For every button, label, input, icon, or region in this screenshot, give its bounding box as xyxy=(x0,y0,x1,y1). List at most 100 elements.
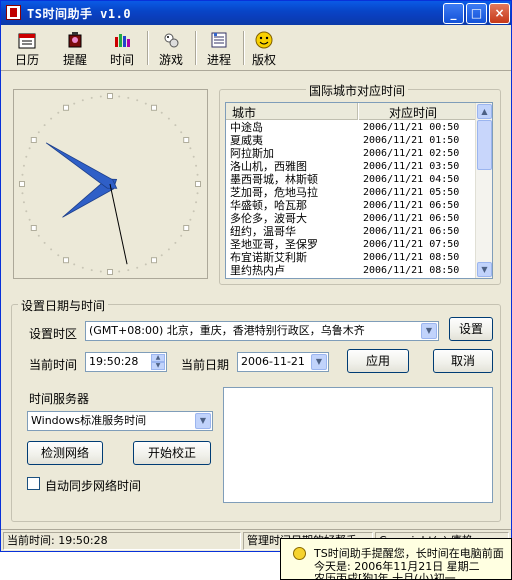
list-item[interactable]: 中途岛 2006/11/21 00:50 xyxy=(226,121,476,134)
hour-mark xyxy=(183,137,190,143)
minute-mark xyxy=(28,218,31,221)
minute-mark xyxy=(90,269,93,272)
scroll-thumb[interactable] xyxy=(477,120,492,170)
log-textarea[interactable] xyxy=(223,387,493,503)
cancel-button[interactable]: 取消 xyxy=(433,349,493,373)
minute-mark xyxy=(22,201,25,204)
toolbar-game-button[interactable]: 游戏 xyxy=(151,29,191,69)
autosync-checkbox[interactable] xyxy=(27,477,40,490)
spin-down-icon[interactable]: ▼ xyxy=(151,362,165,370)
current-time-label: 当前时间 xyxy=(29,358,78,372)
chevron-down-icon[interactable]: ▼ xyxy=(195,413,211,429)
start-calibration-button[interactable]: 开始校正 xyxy=(133,441,211,465)
toolbar-process-button[interactable]: 进程 xyxy=(199,29,239,69)
spin-up-icon[interactable]: ▲ xyxy=(151,354,165,362)
minute-mark xyxy=(25,210,28,213)
minute-mark xyxy=(167,117,170,120)
minute-mark xyxy=(136,99,139,102)
minute-mark xyxy=(50,248,53,251)
hour-mark xyxy=(19,181,25,187)
server-select[interactable]: Windows标准服务时间 ▼ xyxy=(27,411,213,431)
timezone-value: (GMT+08:00) 北京，重庆，香港特别行政区，乌鲁木齐 xyxy=(89,324,365,337)
city-time: 2006/11/21 02:50 xyxy=(363,148,460,159)
column-header-city[interactable]: 城市 xyxy=(226,103,358,120)
time-spinner[interactable]: 19:50:28 ▲ ▼ xyxy=(85,352,167,372)
minute-mark xyxy=(21,192,24,195)
scroll-down-icon[interactable]: ▼ xyxy=(477,262,492,277)
hour-mark xyxy=(30,225,37,231)
maximize-button[interactable]: □ xyxy=(466,3,487,24)
list-item[interactable]: 阿拉斯加 2006/11/21 02:50 xyxy=(226,147,476,160)
minute-mark xyxy=(195,201,198,204)
smiley-icon xyxy=(293,547,306,560)
set-timezone-button[interactable]: 设置 xyxy=(449,317,493,341)
apply-button[interactable]: 应用 xyxy=(347,349,409,373)
list-item[interactable]: 洛山机，西雅图 2006/11/21 03:50 xyxy=(226,160,476,173)
minute-mark xyxy=(196,192,199,195)
list-item[interactable]: 圣地亚哥，圣保罗 2006/11/21 07:50 xyxy=(226,238,476,251)
scroll-up-icon[interactable]: ▲ xyxy=(477,104,492,119)
city-name: 洛山机，西雅图 xyxy=(230,160,307,173)
toolbar-calendar-button[interactable]: 日历 xyxy=(7,29,47,69)
column-header-label: 城市 xyxy=(232,106,257,120)
server-label: 时间服务器 xyxy=(29,392,90,406)
analog-clock-panel xyxy=(13,89,208,279)
minute-mark xyxy=(21,173,24,176)
minimize-button[interactable]: _ xyxy=(443,3,464,24)
hour-mark xyxy=(107,93,113,99)
reminder-tooltip[interactable]: TS时间助手提醒您，长时间在电脑前面 今天是: 2006年11月21日 星期二 … xyxy=(280,538,512,580)
city-name: 圣地亚哥，圣保罗 xyxy=(230,238,318,251)
toolbar-remind-button[interactable]: 提醒 xyxy=(55,29,95,69)
date-picker[interactable]: 2006-11-21 ▼ xyxy=(237,352,329,372)
second-hand xyxy=(109,183,128,265)
list-item[interactable]: 纽约，温哥华 2006/11/21 06:50 xyxy=(226,225,476,238)
hour-mark xyxy=(195,181,201,187)
minute-mark xyxy=(189,147,192,150)
toolbar-time-button[interactable]: 时间 xyxy=(102,29,142,69)
world-clock-title: 国际城市对应时间 xyxy=(306,82,409,99)
status-current-time: 当前时间: 19:50:28 xyxy=(3,532,241,550)
timezone-select[interactable]: (GMT+08:00) 北京，重庆，香港特别行政区，乌鲁木齐 ▼ xyxy=(85,321,439,341)
hour-mark xyxy=(63,257,69,264)
minute-mark xyxy=(144,263,147,266)
window-title: TS时间助手 v1.0 xyxy=(27,7,132,21)
app-icon[interactable] xyxy=(6,5,21,20)
list-item[interactable]: 布宜诺斯艾利斯 2006/11/21 08:50 xyxy=(226,251,476,264)
minute-mark xyxy=(73,102,76,105)
list-scrollbar[interactable]: ▲ ▼ xyxy=(475,103,492,278)
minute-mark xyxy=(180,131,183,134)
analog-clock xyxy=(19,93,201,275)
hour-mark xyxy=(151,104,157,111)
detect-network-button[interactable]: 检测网络 xyxy=(27,441,103,465)
list-item[interactable]: 里约热内卢 2006/11/21 08:50 xyxy=(226,264,476,277)
minute-mark xyxy=(192,155,195,158)
list-item[interactable]: 墨西哥城，林斯顿 2006/11/21 04:50 xyxy=(226,173,476,186)
minute-mark xyxy=(127,96,130,99)
toolbar-label: 时间 xyxy=(109,53,134,67)
list-item[interactable]: 芝加哥，危地马拉 2006/11/21 05:50 xyxy=(226,186,476,199)
world-clock-list[interactable]: 城市 对应时间 中途岛 2006/11/21 00:50 夏威夷 2006/11/2… xyxy=(225,102,493,279)
city-name: 里约热内卢 xyxy=(230,264,285,277)
city-name: 中途岛 xyxy=(230,121,263,134)
minute-mark xyxy=(73,263,76,266)
toolbar-copyright-button[interactable]: 版权 xyxy=(247,29,281,69)
hour-mark xyxy=(183,225,190,231)
minute-hand xyxy=(45,142,118,189)
list-item[interactable]: 多伦多，波哥大 2006/11/21 06:50 xyxy=(226,212,476,225)
city-time: 2006/11/21 08:50 xyxy=(363,252,460,263)
minute-mark xyxy=(99,270,102,273)
list-item[interactable]: 华盛顿，哈瓦那 2006/11/21 06:50 xyxy=(226,199,476,212)
chevron-down-icon[interactable]: ▼ xyxy=(421,323,437,339)
chevron-down-icon[interactable]: ▼ xyxy=(311,354,327,370)
toolbar-label: 游戏 xyxy=(158,53,183,67)
close-button[interactable]: × xyxy=(489,3,510,24)
toolbar: 日历 提醒 时间 游戏 进程 版权 xyxy=(1,25,511,71)
city-name: 墨西哥城，林斯顿 xyxy=(230,173,318,186)
hour-mark xyxy=(151,257,157,264)
list-item[interactable]: 夏威夷 2006/11/21 01:50 xyxy=(226,134,476,147)
city-time: 2006/11/21 05:50 xyxy=(363,187,460,198)
column-header-time[interactable]: 对应时间 xyxy=(359,103,476,120)
city-name: 布宜诺斯艾利斯 xyxy=(230,251,307,264)
bar-chart-icon xyxy=(115,34,130,47)
minute-mark xyxy=(160,111,163,114)
